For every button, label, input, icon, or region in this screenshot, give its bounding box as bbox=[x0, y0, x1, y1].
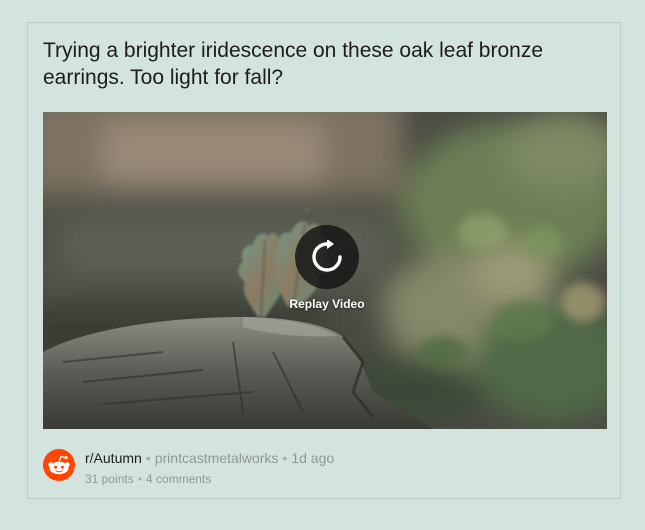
post-meta: r/Autumn • printcastmetalworks • 1d ago bbox=[85, 449, 334, 467]
replay-icon bbox=[312, 240, 342, 272]
replay-icon-circle[interactable] bbox=[295, 225, 359, 289]
post-stats: 31 points • 4 comments bbox=[85, 471, 211, 487]
subreddit-avatar[interactable] bbox=[43, 449, 75, 481]
comments-link[interactable]: 4 comments bbox=[146, 472, 211, 486]
separator-dot: • bbox=[145, 450, 151, 466]
points-count: 31 points bbox=[85, 472, 134, 486]
video-player[interactable]: Replay Video bbox=[43, 112, 607, 429]
separator-dot: • bbox=[282, 450, 288, 466]
reddit-snoo-icon bbox=[48, 455, 70, 475]
post-age: 1d ago bbox=[291, 450, 335, 466]
author-link[interactable]: printcastmetalworks bbox=[155, 450, 279, 466]
subreddit-link[interactable]: r/Autumn bbox=[85, 450, 142, 466]
post-card: Trying a brighter iridescence on these o… bbox=[27, 22, 621, 499]
post-title[interactable]: Trying a brighter iridescence on these o… bbox=[43, 37, 603, 91]
separator-dot: • bbox=[137, 472, 142, 486]
replay-video-label[interactable]: Replay Video bbox=[277, 297, 377, 311]
replay-video-button[interactable]: Replay Video bbox=[287, 225, 367, 311]
post-footer: r/Autumn • printcastmetalworks • 1d ago 31 p… bbox=[43, 448, 603, 488]
